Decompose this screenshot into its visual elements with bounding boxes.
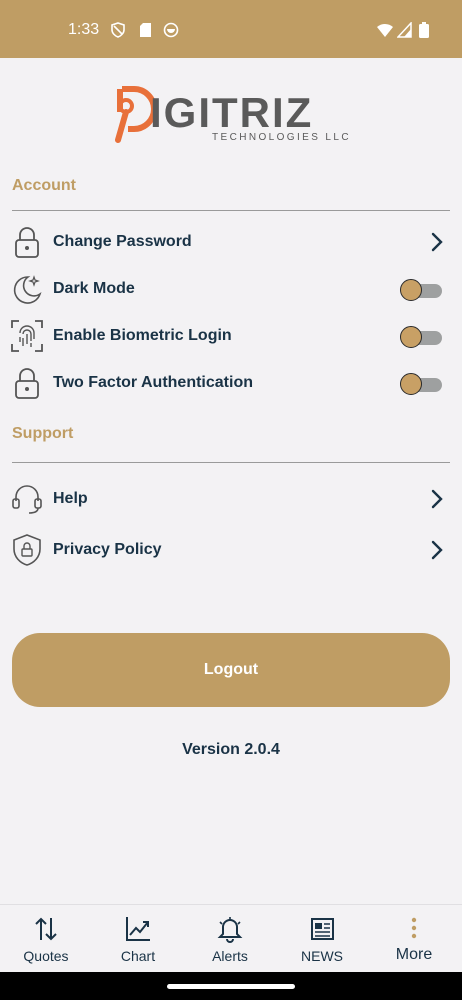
logo-wordmark: IGITRIZ [150, 89, 313, 136]
cell-signal-icon [397, 22, 412, 38]
company-logo: IGITRIZ TECHNOLOGIES LLC [112, 84, 352, 148]
status-bar: 1:33 [0, 0, 462, 58]
nav-quotes-label: Quotes [23, 948, 69, 964]
nav-quotes[interactable]: Quotes [0, 905, 92, 973]
newspaper-icon [311, 918, 334, 940]
nav-alerts[interactable]: Alerts [184, 905, 276, 973]
lock-icon [15, 227, 39, 258]
home-gesture-handle[interactable] [167, 984, 295, 989]
nav-more[interactable]: More [368, 905, 460, 973]
sd-card-icon [140, 23, 151, 37]
help-row[interactable]: Help [10, 478, 450, 522]
toggle-knob [400, 373, 422, 395]
version-label: Version 2.0.4 [182, 741, 280, 758]
nav-news[interactable]: NEWS [276, 905, 368, 973]
bell-icon [217, 917, 243, 943]
privacy-policy-label: Privacy Policy [53, 541, 162, 558]
shield-lock-icon [13, 534, 41, 566]
support-section-title: Support [12, 425, 74, 442]
help-label: Help [53, 490, 88, 507]
moon-icon [13, 275, 42, 304]
toggle-knob [400, 279, 422, 301]
logo-tagline: TECHNOLOGIES LLC [212, 132, 351, 143]
two-factor-row: Two Factor Authentication [10, 362, 450, 406]
two-factor-toggle[interactable] [400, 373, 444, 395]
bottom-navigation: Quotes Chart Alerts NEWS More [0, 904, 462, 973]
biometric-login-label: Enable Biometric Login [53, 327, 232, 344]
dark-mode-toggle[interactable] [400, 279, 444, 301]
privacy-policy-row[interactable]: Privacy Policy [10, 529, 450, 573]
change-password-label: Change Password [53, 233, 192, 250]
lock-icon [15, 368, 39, 399]
change-password-row[interactable]: Change Password [10, 221, 450, 265]
biometric-login-row: Enable Biometric Login [10, 315, 450, 359]
sort-arrows-icon [35, 917, 57, 941]
app-status-icon [163, 22, 179, 38]
dark-mode-label: Dark Mode [53, 280, 135, 297]
nav-more-label: More [395, 946, 433, 963]
chevron-right-icon [431, 489, 443, 509]
toggle-knob [400, 326, 422, 348]
more-vertical-icon [411, 917, 417, 939]
account-section-title: Account [12, 177, 76, 194]
trend-chart-icon [126, 917, 150, 941]
shield-status-icon [111, 22, 125, 38]
chevron-right-icon [431, 232, 443, 252]
nav-chart-label: Chart [120, 948, 156, 964]
logout-button[interactable]: Logout [12, 633, 450, 707]
headset-icon [12, 485, 42, 514]
system-navigation-bar [0, 972, 462, 1000]
chevron-right-icon [431, 540, 443, 560]
wifi-icon [377, 23, 393, 37]
two-factor-label: Two Factor Authentication [53, 374, 253, 391]
logo-graphic: IGITRIZ TECHNOLOGIES LLC [115, 86, 351, 143]
nav-chart[interactable]: Chart [92, 905, 184, 973]
dark-mode-row: Dark Mode [10, 268, 450, 312]
biometric-login-toggle[interactable] [400, 326, 444, 348]
status-time: 1:33 [68, 21, 100, 38]
battery-icon [419, 22, 429, 38]
account-divider [12, 210, 450, 211]
fingerprint-icon [11, 320, 43, 352]
support-divider [12, 462, 450, 463]
nav-alerts-label: Alerts [212, 948, 248, 964]
nav-news-label: NEWS [301, 948, 343, 964]
